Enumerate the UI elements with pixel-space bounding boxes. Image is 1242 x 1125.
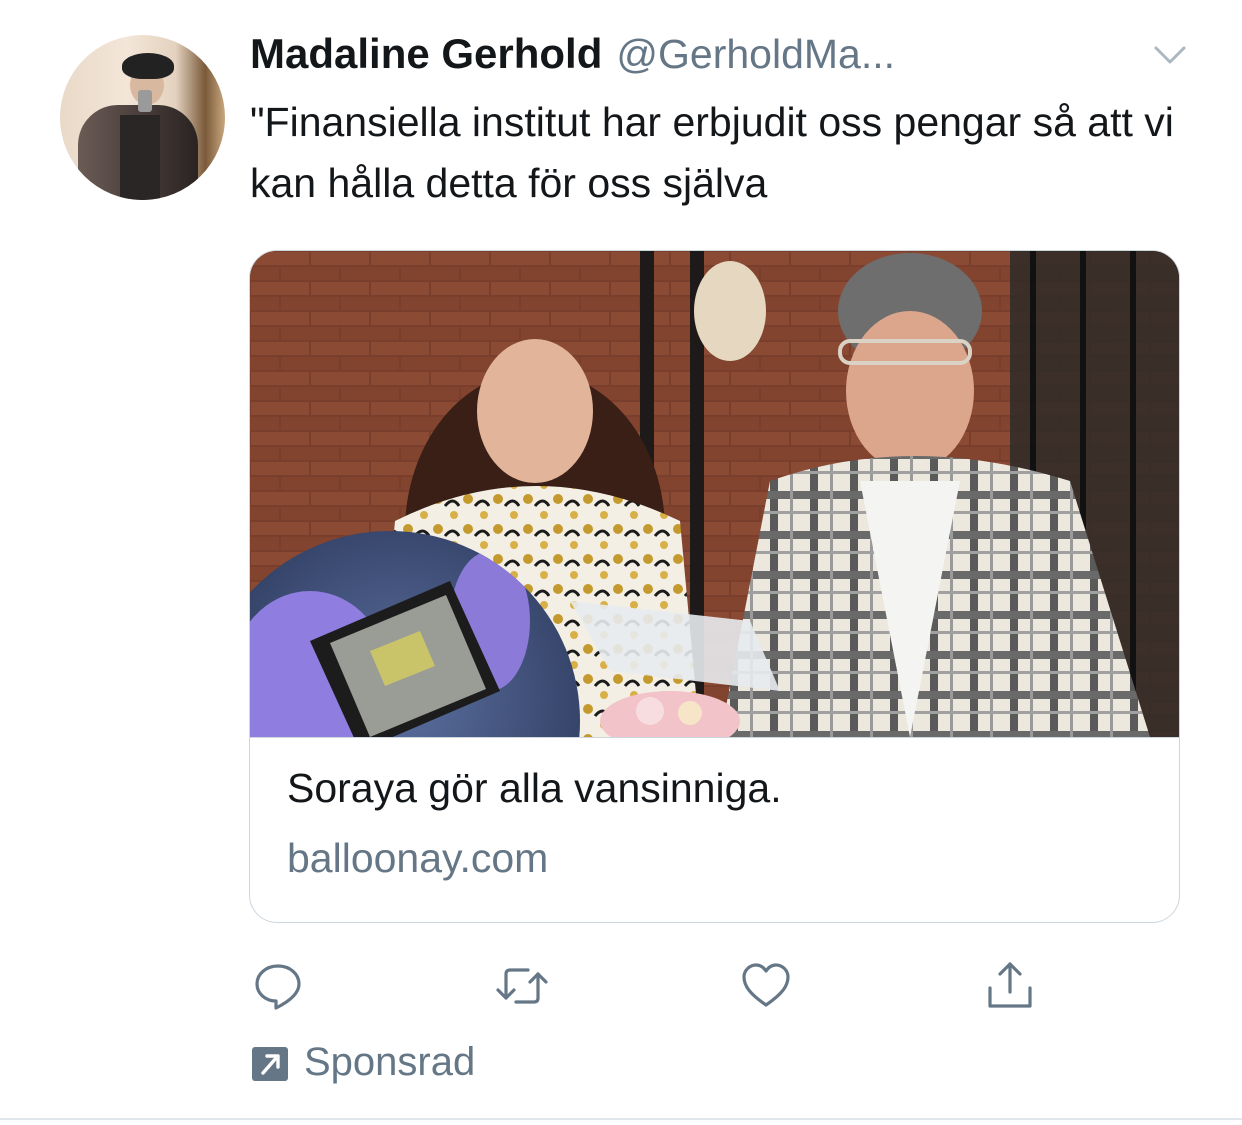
tweet-actions [250, 958, 1050, 1018]
tweet[interactable]: Madaline Gerhold @GerholdMa... "Finansie… [0, 0, 1242, 1118]
card-image[interactable] [250, 251, 1179, 737]
avatar-figure-inner [120, 115, 160, 200]
card-divider [250, 737, 1179, 738]
promoted-text: Sponsrad [304, 1040, 476, 1084]
tweet-separator [0, 1118, 1242, 1120]
reply-icon[interactable] [250, 958, 306, 1014]
avatar-figure-phone [138, 90, 152, 112]
share-icon[interactable] [982, 958, 1038, 1014]
chevron-down-icon[interactable] [1150, 40, 1190, 70]
author-handle[interactable]: @GerholdMa... [616, 31, 895, 78]
card-domain[interactable]: balloonay.com [287, 835, 548, 882]
promoted-label: Sponsrad [250, 1040, 475, 1085]
tweet-header: Madaline Gerhold @GerholdMa... [250, 30, 895, 82]
like-icon[interactable] [738, 958, 794, 1014]
avatar-figure-beret [122, 53, 174, 79]
promoted-arrow-icon [252, 1046, 288, 1081]
author-name[interactable]: Madaline Gerhold [250, 30, 602, 78]
link-card[interactable]: Soraya gör alla vansinniga. balloonay.co… [249, 250, 1180, 923]
tweet-text: "Finansiella institut har erbjudit oss p… [250, 99, 1174, 206]
retweet-icon[interactable] [494, 958, 550, 1014]
card-title[interactable]: Soraya gör alla vansinniga. [287, 765, 782, 812]
avatar[interactable] [60, 35, 225, 200]
